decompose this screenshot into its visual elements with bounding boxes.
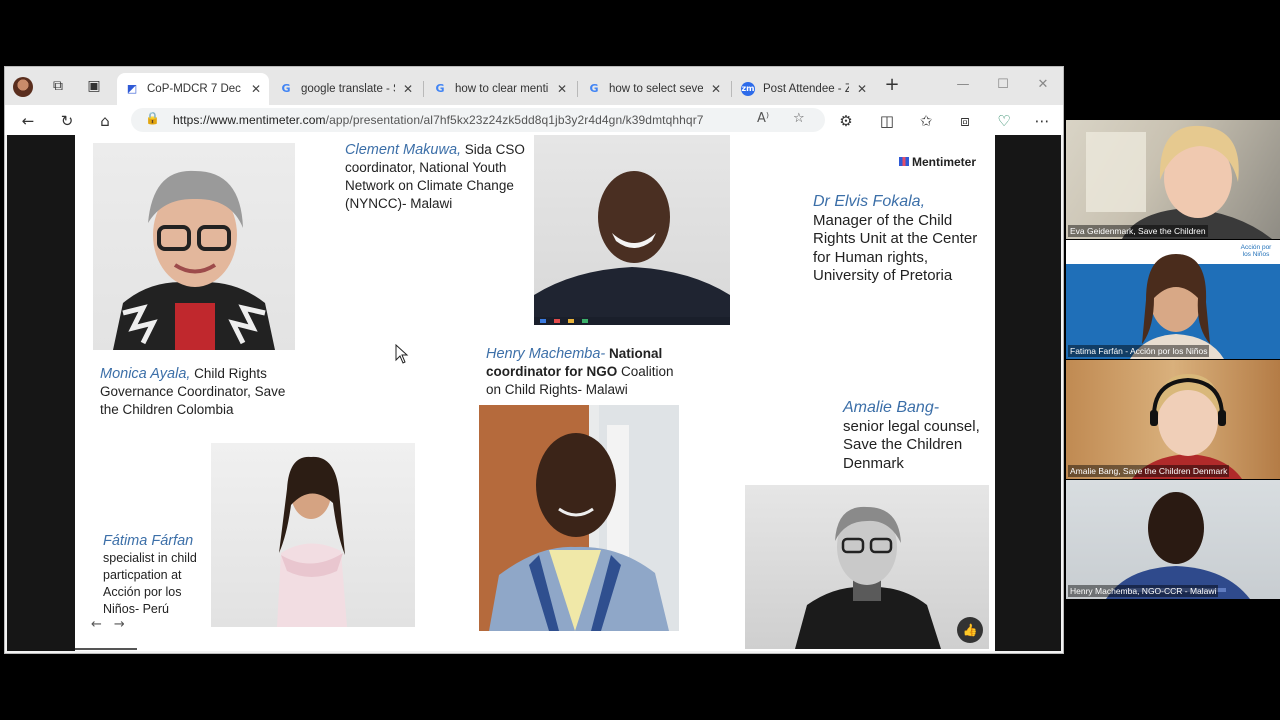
favorite-star-icon[interactable]: ☆ — [793, 111, 805, 126]
back-button[interactable]: ← — [17, 110, 39, 132]
amalie-bang-photo — [745, 485, 989, 649]
previous-slide-icon[interactable]: ← — [91, 617, 102, 632]
elvis-fokala-caption: Dr Elvis Fokala, Manager of the Child Ri… — [813, 193, 989, 286]
tab-how-to-select[interactable]: G how to select severa ✕ — [579, 73, 729, 105]
henry-machemba-photo — [479, 405, 679, 631]
presentation-slide: Monica Ayala, Child Rights Governance Co… — [75, 135, 995, 651]
collections-icon[interactable]: ⧈ — [954, 110, 976, 132]
clement-makuwa-photo — [534, 135, 730, 325]
participant-name-label: Eva Geidenmark, Save the Children — [1068, 225, 1208, 237]
zoom-favicon-icon: zm — [741, 82, 755, 96]
more-menu-icon[interactable]: ⋯ — [1031, 110, 1053, 132]
henry-machemba-caption: Henry Machemba- National coordinator for… — [486, 345, 688, 399]
person-name: Monica Ayala, — [100, 366, 191, 382]
fatima-farfan-photo — [211, 443, 415, 627]
url-text: https://www.mentimeter.com/app/presentat… — [173, 113, 704, 127]
participant-tile[interactable]: Eva Geidenmark, Save the Children — [1066, 120, 1280, 239]
new-tab-button[interactable]: + — [883, 76, 901, 94]
browser-window: ⧉ ▣ ◩ CoP-MDCR 7 Dec 2( ✕ G google trans… — [4, 66, 1064, 654]
monica-ayala-caption: Monica Ayala, Child Rights Governance Co… — [100, 365, 300, 419]
close-window-button[interactable]: ✕ — [1023, 73, 1063, 97]
person-role: specialist in child particpation at Acci… — [103, 551, 197, 616]
participant-tile[interactable]: Acción por los Niños Fatima Farfán - Acc… — [1066, 240, 1280, 359]
mouse-cursor-icon — [395, 344, 409, 364]
reaction-thumbs-up-button[interactable]: 👍 — [957, 617, 983, 643]
read-aloud-icon[interactable]: A⁾ — [757, 111, 769, 126]
person-name: Henry Machemba- — [486, 346, 606, 362]
tab-how-to-clear[interactable]: G how to clear mentin ✕ — [425, 73, 575, 105]
accion-por-los-ninos-logo: Acción por los Niños — [1240, 244, 1272, 258]
participant-tile[interactable]: Amalie Bang, Save the Children Denmark — [1066, 360, 1280, 479]
close-tab-icon[interactable]: ✕ — [557, 82, 567, 96]
monica-ayala-photo — [93, 143, 295, 350]
participant-name-label: Fatima Farfán - Acción por los Niños — [1068, 345, 1210, 357]
mentimeter-logo: Mentimeter — [899, 155, 976, 169]
url-host: https://www.mentimeter.com — [173, 113, 326, 127]
tab-google-translate[interactable]: G google translate - Sö ✕ — [271, 73, 421, 105]
google-favicon-icon: G — [281, 82, 291, 95]
tab-separator — [423, 81, 424, 97]
browser-essentials-icon[interactable]: ♡ — [993, 110, 1015, 132]
tab-separator — [731, 81, 732, 97]
tab-bar: ⧉ ▣ ◩ CoP-MDCR 7 Dec 2( ✕ G google trans… — [5, 67, 1063, 105]
person-name: Amalie Bang- — [843, 399, 940, 416]
home-button[interactable]: ⌂ — [94, 110, 116, 132]
tab-zoom[interactable]: zm Post Attendee - Zoo ✕ — [733, 73, 875, 105]
close-tab-icon[interactable]: ✕ — [711, 82, 721, 96]
tab-separator — [577, 81, 578, 97]
url-path: /app/presentation/al7hf5kx23z24zk5dd8q1j… — [325, 113, 704, 127]
minimize-button[interactable]: — — [943, 73, 983, 97]
person-role: Manager of the Child Rights Unit at the … — [813, 211, 978, 285]
close-tab-icon[interactable]: ✕ — [403, 82, 413, 96]
mentimeter-favicon-icon: ◩ — [126, 82, 138, 95]
workspaces-icon[interactable]: ⧉ — [49, 77, 67, 95]
mentimeter-mark-icon — [899, 157, 909, 166]
favorites-icon[interactable]: ✩ — [915, 110, 937, 132]
address-bar[interactable]: 🔒 https://www.mentimeter.com/app/present… — [131, 108, 825, 132]
tab-actions-icon[interactable]: ▣ — [85, 77, 103, 95]
next-slide-icon[interactable]: → — [114, 617, 125, 632]
navigation-bar: ← ↻ ⌂ 🔒 https://www.mentimeter.com/app/p… — [5, 105, 1063, 135]
person-name: Dr Elvis Fokala, — [813, 193, 926, 210]
person-name: Fátima Fárfan — [103, 533, 194, 549]
profile-avatar[interactable] — [13, 77, 33, 97]
participant-tile[interactable]: Henry Machemba, NGO-CCR - Malawi — [1066, 480, 1280, 599]
person-name: Clement Makuwa, — [345, 142, 462, 158]
split-screen-icon[interactable]: ◫ — [876, 110, 898, 132]
refresh-button[interactable]: ↻ — [56, 110, 78, 132]
lock-icon[interactable]: 🔒 — [145, 111, 160, 125]
google-favicon-icon: G — [589, 82, 599, 95]
tab-mentimeter[interactable]: ◩ CoP-MDCR 7 Dec 2( ✕ — [117, 73, 269, 105]
video-participants-panel: Eva Geidenmark, Save the Children Acción… — [1066, 120, 1280, 600]
maximize-button[interactable]: ☐ — [983, 73, 1023, 97]
slide-progress-bar — [75, 648, 137, 650]
extensions-icon[interactable]: ⚙ — [835, 110, 857, 132]
fatima-farfan-caption: Fátima Fárfan specialist in child partic… — [103, 533, 213, 618]
screen: ⧉ ▣ ◩ CoP-MDCR 7 Dec 2( ✕ G google trans… — [0, 0, 1280, 720]
close-tab-icon[interactable]: ✕ — [857, 82, 867, 96]
participant-name-label: Amalie Bang, Save the Children Denmark — [1068, 465, 1230, 477]
amalie-bang-caption: Amalie Bang- senior legal counsel, Save … — [843, 399, 993, 473]
person-role: senior legal counsel, Save the Children … — [843, 417, 980, 472]
close-tab-icon[interactable]: ✕ — [251, 82, 261, 96]
google-favicon-icon: G — [435, 82, 445, 95]
slide-navigation: ← → — [91, 617, 135, 637]
clement-makuwa-caption: Clement Makuwa, Sida CSO coordinator, Na… — [345, 141, 537, 213]
page-content: Monica Ayala, Child Rights Governance Co… — [7, 135, 1061, 651]
participant-name-label: Henry Machemba, NGO-CCR - Malawi — [1068, 585, 1219, 597]
